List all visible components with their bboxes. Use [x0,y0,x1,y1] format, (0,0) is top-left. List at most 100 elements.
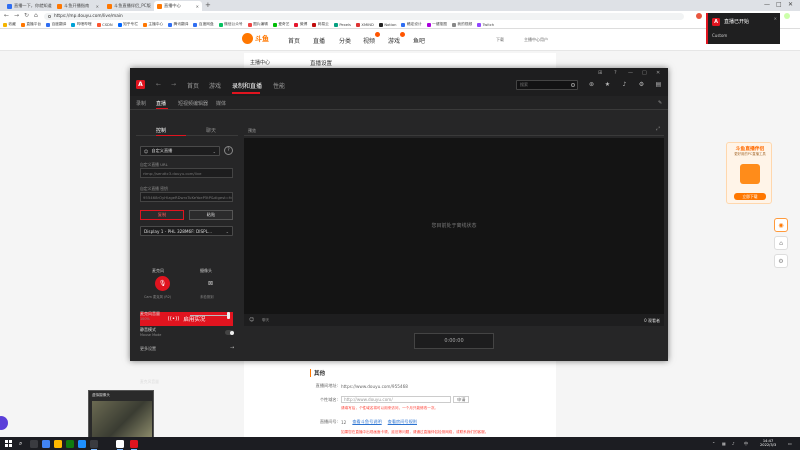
room-rules-link[interactable]: 查看房间号规则 [388,419,417,425]
mute-toggle[interactable] [225,330,234,335]
nav-live[interactable]: 直播 [313,36,325,45]
nav-video[interactable]: 视频 [363,36,375,45]
maximize-icon[interactable]: □ [776,1,782,8]
bookmark-item[interactable]: 微博 [294,22,307,27]
browser-tab[interactable]: 斗鱼开播指南 ✕ [54,1,102,11]
microphone-icon[interactable]: 🎙 [155,276,170,291]
steam-icon[interactable] [78,439,86,448]
bookmark-item[interactable]: 网易云 [312,22,329,27]
nav-fishbar[interactable]: 鱼吧 [413,36,425,45]
download-link[interactable]: 下载 [496,37,504,43]
tab-record-stream[interactable]: 录制和直播 [232,81,262,90]
minimize-icon[interactable]: — [628,70,633,76]
close-icon[interactable]: ✕ [194,4,199,9]
forward-icon[interactable]: → [14,12,19,19]
bookmark-item[interactable]: 哔哩哔哩 [71,22,92,27]
slider-thumb[interactable] [226,312,230,319]
apply-button[interactable]: 申请 [453,396,470,403]
tray-chevron-icon[interactable]: ⌃ [712,441,715,446]
server-url-input[interactable]: rtmp://sendtc3.douyu.com/live [140,168,233,178]
bookmark-item[interactable]: 爱奇艺 [272,22,289,27]
bookmark-item[interactable]: XMIND [355,22,374,27]
window-layout-icon[interactable]: ⊞ [598,70,602,76]
amd-software-icon[interactable] [130,439,138,450]
home-icon[interactable]: ⌂ [34,12,38,19]
nav-category[interactable]: 分类 [339,36,351,45]
task-view-icon[interactable] [30,439,38,448]
back-icon[interactable]: ← [156,81,161,88]
bell-icon[interactable]: ♪ [621,81,628,88]
arrow-right-icon[interactable]: → [230,345,234,351]
panel-icon[interactable]: ▤ [655,81,662,88]
close-icon[interactable]: ✕ [94,4,99,9]
bookmark-item[interactable]: Notion [378,22,396,27]
tab-performance[interactable]: 性能 [273,81,285,90]
bookmark-item[interactable]: 主播中心 [142,22,163,27]
tab-chat[interactable]: 聊天 [206,127,216,134]
close-icon[interactable]: ✕ [151,4,152,9]
bookmark-item[interactable]: 图片编辑 [247,22,268,27]
bookmark-item[interactable]: 百度网盘 [193,22,214,27]
network-icon[interactable]: ▦ [722,441,726,446]
room-number-link[interactable]: 查看斗鱼号说明 [352,419,381,425]
tab-games[interactable]: 游戏 [209,81,221,90]
subtab-editor[interactable]: 短视频编辑器 [178,100,208,107]
mic-volume-slider[interactable] [190,315,230,317]
windows-start-icon[interactable] [5,440,12,447]
platform-select[interactable]: ☺ 自定义直播 ⌄ [140,146,220,156]
tab-home[interactable]: 首页 [187,81,199,90]
bookmark-item[interactable]: 直播平台 [20,22,41,27]
copy-button[interactable]: 复制 [140,210,184,220]
bookmark-item[interactable]: 百度翻译 [46,22,66,27]
bookmark-item[interactable]: 我的视频 [451,22,472,27]
notification-center-icon[interactable]: ▭ [788,441,792,446]
bookmark-item[interactable]: CSDN [96,22,113,27]
volume-icon[interactable]: ♪ [732,441,735,446]
browser-tab[interactable]: 斗鱼直播伴侣_PC版 ✕ [104,1,152,11]
close-icon[interactable]: ✕ [774,16,777,21]
search-input[interactable]: 搜索 [516,80,578,90]
download-button[interactable]: 立即下载 [734,193,766,200]
bookmark-item[interactable]: Twitch [477,22,494,27]
maximize-icon[interactable]: □ [642,70,647,76]
user-menu[interactable]: 主播中心用户 [524,37,548,43]
expand-icon[interactable]: ⤢ [656,126,660,132]
star-icon[interactable]: ★ [604,81,611,88]
bookmark-item[interactable]: 知乎专栏 [117,22,138,27]
new-tab-button[interactable]: + [205,1,211,9]
nav-home[interactable]: 首页 [288,36,300,45]
room-address-value[interactable]: https://www.douyu.com/955468 [341,384,408,389]
window-thumbnail[interactable]: 虚拟摄像头 [88,390,154,438]
explorer-icon[interactable] [54,439,62,448]
bookmark-item[interactable]: 一键抠图 [426,22,447,27]
bookmark-item[interactable]: 腾讯翻译 [168,22,188,27]
stream-key-input[interactable]: 955468rOyHlzgeRDwrxTuKeYoeP5tP&digest=fd… [140,192,233,202]
clock[interactable]: 14:47 2022/3/3 [760,439,776,447]
help-icon[interactable]: ? [224,146,233,155]
settings-icon[interactable]: ⚙ [774,254,788,268]
input-language[interactable]: 中 [744,441,748,447]
app-icon[interactable] [66,439,74,448]
address-bar[interactable]: https://mp.douyu.com/live/main [44,12,684,20]
display-select[interactable]: Display 1 - PHL 328M6F: DISPL... ⌄ [140,226,233,236]
douyu-logo[interactable]: 斗鱼 [242,33,269,44]
browser-tab[interactable]: 直播一下，你就知道 ✕ [4,1,52,11]
app-icon[interactable] [116,439,124,450]
promo-card[interactable]: 斗鱼直播伴侣 更好用的PC直播工具 立即下载 [726,142,772,204]
bookmark-item[interactable]: 收藏 [3,22,16,27]
obs-icon[interactable] [90,439,98,450]
bookmark-item[interactable]: 稿定设计 [401,22,422,27]
nav-game[interactable]: 游戏 [388,36,400,45]
subtab-media[interactable]: 媒体 [216,100,226,107]
browser-tab-active[interactable]: 直播中心 ✕ [154,1,202,11]
bookmark-item[interactable]: 微信公众号 [218,22,243,27]
gear-icon[interactable]: ⚙ [638,81,645,88]
back-icon[interactable]: ← [4,12,9,19]
home-icon[interactable]: ⌂ [774,236,788,250]
pin-icon[interactable]: ✎ [658,100,662,106]
extension-icon[interactable] [696,12,702,19]
reload-icon[interactable]: ↻ [24,12,29,19]
bug-icon[interactable]: ⊛ [588,81,595,88]
subtab-live[interactable]: 直播 [156,100,166,107]
help-icon[interactable]: ? [614,70,617,76]
